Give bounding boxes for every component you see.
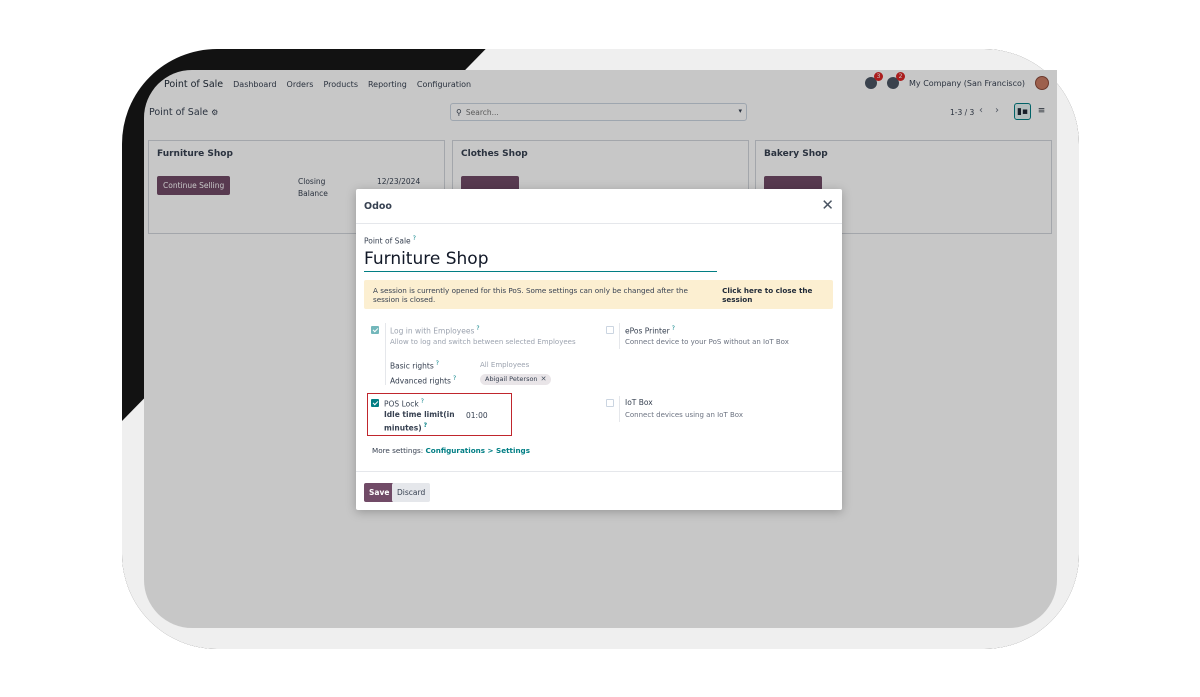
login-employees-desc: Allow to log and switch between selected… — [390, 338, 576, 346]
alert-text: A session is currently opened for this P… — [373, 285, 688, 304]
epos-printer-title-text: ePos Printer — [625, 326, 670, 336]
login-employees-checkbox[interactable] — [371, 326, 379, 334]
more-settings-label: More settings: — [372, 446, 424, 455]
iot-box-title: IoT Box — [625, 398, 653, 407]
session-warning-alert: A session is currently opened for this P… — [364, 280, 833, 309]
help-icon[interactable]: ? — [436, 360, 439, 367]
advanced-rights-label: Advanced rights? — [390, 375, 456, 386]
pos-settings-dialog: Odoo ✕ Point of Sale? A session is curre… — [356, 189, 842, 510]
login-employees-title: Log in with Employees? — [390, 325, 480, 336]
iot-box-desc: Connect devices using an IoT Box — [625, 411, 743, 419]
dialog-header: Odoo ✕ — [356, 189, 842, 224]
help-icon[interactable]: ? — [476, 325, 479, 332]
more-settings: More settings: Configurations > Settings — [372, 446, 530, 455]
save-button[interactable]: Save — [364, 483, 395, 502]
dialog-title: Odoo — [364, 201, 392, 212]
epos-printer-checkbox[interactable] — [606, 326, 614, 334]
iot-box-checkbox[interactable] — [606, 399, 614, 407]
help-icon[interactable]: ? — [413, 235, 416, 242]
employee-tag: Abigail Peterson ✕ — [480, 374, 552, 385]
epos-printer-title: ePos Printer? — [625, 325, 675, 336]
dialog-footer: Save Discard — [356, 471, 842, 510]
help-icon[interactable]: ? — [672, 325, 675, 332]
pos-name-label: Point of Sale? — [364, 235, 416, 246]
basic-rights-value[interactable]: All Employees — [480, 361, 529, 369]
basic-rights-label-text: Basic rights — [390, 361, 434, 371]
discard-button[interactable]: Discard — [392, 483, 431, 502]
employee-tag-label: Abigail Peterson — [485, 375, 538, 383]
close-icon[interactable]: ✕ — [821, 198, 834, 213]
close-session-link[interactable]: Click here to close the session — [722, 286, 833, 304]
login-employees-title-text: Log in with Employees — [390, 326, 475, 336]
advanced-rights-label-text: Advanced rights — [390, 376, 451, 386]
basic-rights-label: Basic rights? — [390, 360, 439, 371]
help-icon[interactable]: ? — [453, 375, 456, 382]
epos-printer-desc: Connect device to your PoS without an Io… — [625, 338, 789, 346]
setting-divider — [619, 323, 620, 349]
pos-name-input[interactable] — [364, 247, 717, 272]
setting-divider — [385, 323, 386, 385]
remove-tag-icon[interactable]: ✕ — [541, 375, 547, 383]
pos-name-label-text: Point of Sale — [364, 236, 411, 246]
configuration-settings-link[interactable]: Configurations > Settings — [425, 446, 530, 455]
setting-divider — [619, 396, 620, 422]
pos-lock-highlight-box — [367, 393, 512, 436]
